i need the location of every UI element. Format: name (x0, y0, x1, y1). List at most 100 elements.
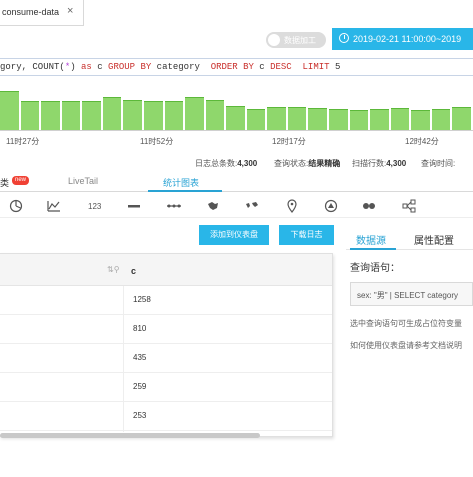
table-row: 435 (0, 344, 332, 373)
number-icon[interactable]: 123 (88, 202, 106, 216)
histogram-bar[interactable] (164, 100, 184, 130)
query-statement-label: 查询语句： (350, 263, 400, 274)
log-histogram[interactable] (0, 84, 473, 130)
histogram-bar[interactable] (452, 107, 471, 130)
toggle-knob (268, 34, 280, 46)
table-row: 1258 (0, 286, 332, 315)
stat-label: 日志总条数: (195, 159, 238, 168)
clock-icon (339, 33, 349, 43)
area-chart-icon[interactable] (47, 199, 61, 213)
tab-raw-logs[interactable]: 类 (0, 176, 9, 189)
placeholder-hint: 选中查询语句可生成占位符变量 (350, 319, 462, 328)
cell-c: 435 (133, 353, 147, 362)
tab-label: consume-data (2, 7, 60, 17)
cell-c: 1258 (133, 295, 151, 304)
histogram-bar[interactable] (329, 108, 348, 130)
sankey-icon[interactable] (324, 199, 338, 213)
query-token: ) (70, 62, 82, 72)
histogram-bar[interactable] (246, 109, 266, 130)
histogram-bar[interactable] (431, 108, 451, 130)
table-header: ⇅⚲ c (0, 254, 332, 286)
tree-icon[interactable] (402, 199, 416, 213)
query-statement-value: sex: "男" | SELECT category (357, 291, 458, 300)
location-icon[interactable] (285, 199, 299, 213)
histogram-bar[interactable] (61, 101, 81, 130)
histogram-bar[interactable] (390, 107, 410, 130)
histogram-bar[interactable] (267, 107, 286, 130)
histogram-bar[interactable] (20, 101, 40, 130)
query-statement-field[interactable]: sex: "男" | SELECT category (350, 282, 473, 306)
query-token: c (253, 62, 271, 72)
histogram-axis (0, 130, 473, 131)
query-token: gory, COUNT( (0, 62, 65, 72)
query-input[interactable]: gory, COUNT(*) as c GROUP BY category OR… (0, 58, 473, 76)
histogram-bar[interactable] (102, 96, 122, 130)
query-keyword: ORDER BY (210, 62, 254, 72)
histogram-bar[interactable] (308, 107, 328, 130)
tab-properties[interactable]: 属性配置 (414, 232, 454, 247)
table-row: 810 (0, 315, 332, 344)
query-token: c (91, 62, 109, 72)
query-token (292, 62, 303, 72)
stat-value: 4,300 (237, 159, 258, 168)
table-row: 253 (0, 402, 332, 431)
cell-c: 259 (133, 382, 147, 391)
query-time: 查询时间: (421, 158, 455, 169)
pie-chart-icon[interactable] (9, 199, 23, 213)
query-keyword: as (81, 62, 92, 72)
word-cloud-icon[interactable] (362, 199, 376, 213)
histogram-bar[interactable] (185, 96, 204, 130)
new-badge: new (12, 176, 30, 185)
query-keyword: LIMIT (302, 62, 330, 72)
log-total: 日志总条数:4,300 (195, 158, 257, 169)
histogram-bar[interactable] (411, 109, 430, 130)
time-range-text: 2019-02-21 11:00:00~2019 (353, 34, 462, 44)
chart-type-bar: 123 (0, 194, 473, 218)
histogram-bar[interactable] (143, 101, 163, 130)
logstore-tab[interactable]: consume-data × (0, 0, 84, 26)
tab-statistics[interactable]: 统计图表 (163, 176, 199, 189)
tab-bar: consume-data × (0, 0, 473, 26)
query-token: 5 (329, 62, 341, 72)
stat-label: 查询状态: (274, 159, 309, 168)
histogram-bar[interactable] (287, 107, 307, 130)
histogram-tick: 11时27分 (6, 137, 40, 146)
histogram-bar[interactable] (0, 90, 19, 130)
sort-icon[interactable]: ⇅⚲ (107, 265, 120, 274)
histogram-bar[interactable] (205, 99, 225, 130)
horizontal-scrollbar[interactable] (0, 433, 260, 438)
stat-label: 扫描行数: (352, 159, 387, 168)
cell-c: 810 (133, 324, 147, 333)
query-keyword: GROUP BY (108, 62, 152, 72)
toggle-label: 数据加工 (284, 36, 316, 45)
histogram-bar[interactable] (123, 99, 142, 130)
histogram-tick: 12时17分 (272, 137, 306, 146)
histogram-bar[interactable] (370, 108, 389, 130)
config-tabs: 数据源 属性配置 (346, 226, 473, 250)
map-icon[interactable] (206, 199, 220, 213)
time-range-button[interactable]: 2019-02-21 11:00:00~2019 (332, 28, 473, 50)
docs-hint[interactable]: 如何使用仪表盘请参考文档说明 (350, 340, 462, 351)
histogram-tick: 11时52分 (140, 137, 174, 146)
histogram-bar[interactable] (226, 106, 245, 130)
tab-data-source[interactable]: 数据源 (356, 232, 386, 247)
histogram-bar[interactable] (349, 109, 369, 130)
progress-icon[interactable] (127, 199, 141, 213)
close-icon[interactable]: × (67, 5, 73, 17)
active-tab-indicator (350, 248, 396, 250)
stat-value: 结果精确 (308, 159, 341, 168)
flow-icon[interactable] (166, 199, 182, 213)
histogram-bar[interactable] (82, 101, 101, 130)
table-row: 259 (0, 373, 332, 402)
stat-label: 查询时间: (421, 159, 456, 168)
query-token: category (151, 62, 211, 72)
cell-c: 253 (133, 411, 147, 420)
column-header-c[interactable]: c (131, 266, 136, 276)
add-to-dashboard-button[interactable]: 添加到仪表盘 (199, 225, 269, 245)
result-tabs: 类 LiveTail 统计图表 (0, 170, 473, 192)
data-processing-toggle[interactable]: 数据加工 (266, 32, 326, 48)
tab-livetail[interactable]: LiveTail (68, 176, 98, 186)
world-map-icon[interactable] (245, 199, 259, 213)
histogram-bar[interactable] (41, 101, 60, 130)
download-logs-button[interactable]: 下载日志 (279, 225, 334, 245)
